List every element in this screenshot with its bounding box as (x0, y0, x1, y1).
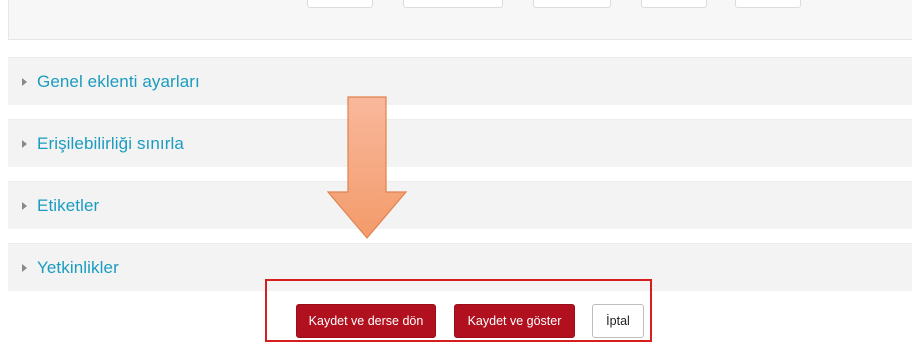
section-title[interactable]: Genel eklenti ayarları (37, 72, 200, 92)
save-and-display-button[interactable]: Kaydet ve göster (454, 304, 575, 338)
caret-right-icon (22, 263, 27, 272)
top-tab[interactable] (641, 0, 707, 8)
section-header[interactable]: Genel eklenti ayarları (8, 58, 912, 105)
top-tab[interactable] (403, 0, 503, 8)
section-title[interactable]: Etiketler (37, 196, 99, 216)
page: Genel eklenti ayarları Erişilebilirliği … (0, 0, 912, 347)
top-tab[interactable] (307, 0, 373, 8)
section-header[interactable]: Erişilebilirliği sınırla (8, 120, 912, 167)
section-title[interactable]: Erişilebilirliği sınırla (37, 134, 184, 154)
section-title[interactable]: Yetkinlikler (37, 258, 119, 278)
section-general-plugin-settings: Genel eklenti ayarları (8, 57, 912, 105)
section-tags: Etiketler (8, 181, 912, 229)
top-panel (8, 0, 912, 40)
section-restrict-access: Erişilebilirliği sınırla (8, 119, 912, 167)
save-and-return-button[interactable]: Kaydet ve derse dön (296, 304, 436, 338)
caret-right-icon (22, 77, 27, 86)
cancel-button[interactable]: İptal (592, 304, 644, 338)
caret-right-icon (22, 201, 27, 210)
section-header[interactable]: Etiketler (8, 182, 912, 229)
top-tab[interactable] (533, 0, 611, 8)
caret-right-icon (22, 139, 27, 148)
top-tab[interactable] (735, 0, 801, 8)
